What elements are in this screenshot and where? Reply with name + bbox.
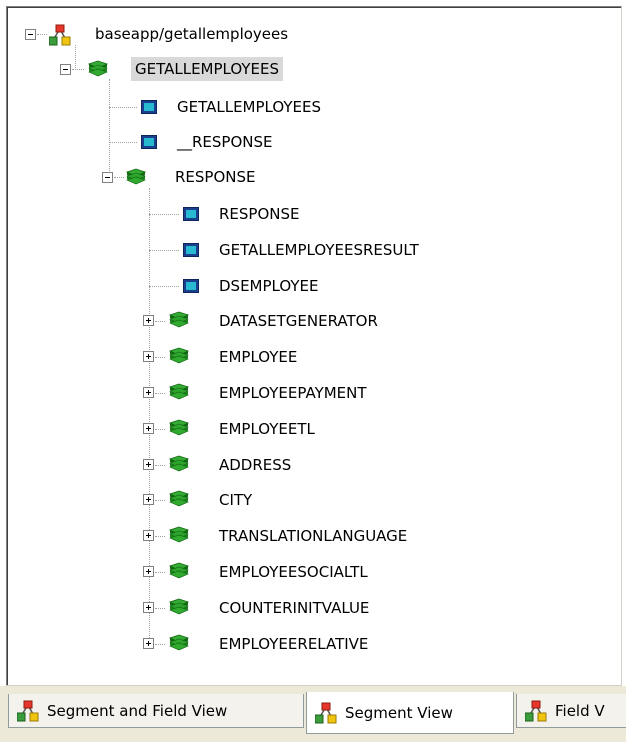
tab-label: Segment View <box>345 703 453 722</box>
tree-node-segment[interactable]: EMPLOYEETL <box>215 417 319 441</box>
tree-node-field[interactable]: RESPONSE <box>215 202 304 226</box>
tree-panel: baseapp/getallemployees GETALLEMPLOYEES GE… <box>6 6 622 686</box>
expand-toggle[interactable] <box>143 423 154 434</box>
tab-segment-view[interactable]: Segment View <box>306 692 514 734</box>
tree-node-field[interactable]: GETALLEMPLOYEESRESULT <box>215 238 423 262</box>
segment-stack-icon <box>125 168 147 192</box>
segment-stack-icon <box>168 383 190 407</box>
segment-stack-icon <box>87 60 109 84</box>
tree-node-segment[interactable]: DATASETGENERATOR <box>215 309 382 333</box>
collapse-toggle[interactable] <box>60 64 71 75</box>
segment-stack-icon <box>168 347 190 371</box>
tree-node-getallemployees[interactable]: GETALLEMPLOYEES <box>131 57 283 81</box>
expand-toggle[interactable] <box>143 351 154 362</box>
expand-toggle[interactable] <box>143 530 154 541</box>
segment-stack-icon <box>168 526 190 550</box>
collapse-toggle[interactable] <box>102 172 113 183</box>
tab-segment-and-field-view[interactable]: Segment and Field View <box>8 694 304 728</box>
tab-label: Field V <box>555 701 605 720</box>
view-tab-bar: Segment and Field View Segment View Fiel… <box>0 686 626 742</box>
hierarchy-icon <box>315 702 337 724</box>
tree-node-segment[interactable]: EMPLOYEE <box>215 345 301 369</box>
tree-node-segment[interactable]: EMPLOYEESOCIALTL <box>215 560 372 584</box>
expand-toggle[interactable] <box>143 602 154 613</box>
field-icon <box>183 207 199 225</box>
field-icon <box>141 100 157 118</box>
tree-node-segment[interactable]: ADDRESS <box>215 453 295 477</box>
expand-toggle[interactable] <box>143 566 154 577</box>
field-icon <box>183 243 199 261</box>
tree-node-segment[interactable]: TRANSLATIONLANGUAGE <box>215 524 411 548</box>
segment-stack-icon <box>168 455 190 479</box>
tree-node-segment[interactable]: COUNTERINITVALUE <box>215 596 373 620</box>
tree-node-segment[interactable]: EMPLOYEEPAYMENT <box>215 381 371 405</box>
tree-node-segment[interactable]: EMPLOYEERELATIVE <box>215 632 372 656</box>
tree-node-response[interactable]: RESPONSE <box>171 165 260 189</box>
expand-toggle[interactable] <box>143 459 154 470</box>
tree-node-field[interactable]: GETALLEMPLOYEES <box>173 95 325 119</box>
tree-node-field[interactable]: __RESPONSE <box>173 130 277 154</box>
tree-node-segment[interactable]: CITY <box>215 488 256 512</box>
segment-stack-icon <box>168 490 190 514</box>
tree-node-root[interactable]: baseapp/getallemployees <box>91 22 292 46</box>
hierarchy-icon <box>525 700 547 722</box>
hierarchy-icon <box>48 24 71 50</box>
segment-stack-icon <box>168 311 190 335</box>
expand-toggle[interactable] <box>143 494 154 505</box>
segment-tree: baseapp/getallemployees GETALLEMPLOYEES GE… <box>7 7 621 685</box>
expand-toggle[interactable] <box>143 638 154 649</box>
tab-field-view[interactable]: Field V <box>516 694 626 728</box>
tree-node-field[interactable]: DSEMPLOYEE <box>215 274 322 298</box>
expand-toggle[interactable] <box>143 315 154 326</box>
segment-stack-icon <box>168 598 190 622</box>
tab-label: Segment and Field View <box>47 701 228 720</box>
segment-stack-icon <box>168 634 190 658</box>
expand-toggle[interactable] <box>143 387 154 398</box>
segment-stack-icon <box>168 419 190 443</box>
collapse-toggle[interactable] <box>25 29 36 40</box>
field-icon <box>183 279 199 297</box>
segment-stack-icon <box>168 562 190 586</box>
hierarchy-icon <box>17 700 39 722</box>
field-icon <box>141 135 157 153</box>
